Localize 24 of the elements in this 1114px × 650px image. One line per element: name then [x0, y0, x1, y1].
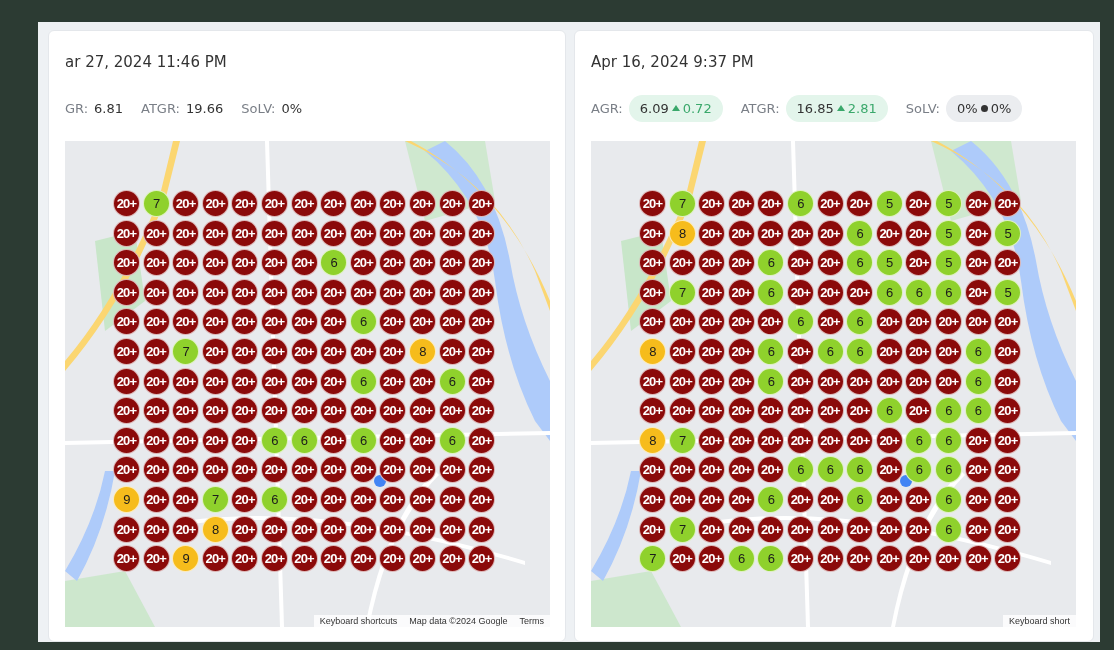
metric-value: 6.09	[639, 100, 669, 116]
metric-label: GR:	[65, 100, 89, 116]
metric-value: 6.81	[94, 100, 124, 116]
metric-label: SoLV:	[905, 100, 940, 116]
metric-label: ATGR:	[141, 100, 180, 116]
metric-change: 0%	[990, 100, 1012, 116]
metric-change: 0.72	[682, 100, 712, 116]
report-date: ar 27, 2024 11:46 PM	[65, 53, 227, 71]
metric-label: SoLV:	[241, 100, 276, 116]
report-date: Apr 16, 2024 9:37 PM	[591, 53, 754, 71]
metric-change: 2.81	[847, 100, 877, 116]
map-attribution-link[interactable]: Keyboard short	[1008, 616, 1070, 626]
metric-value: 0%	[281, 100, 303, 116]
metric-label: ATGR:	[740, 100, 780, 116]
up-triangle-icon	[671, 105, 680, 111]
map-attribution-link[interactable]: Terms	[519, 616, 544, 626]
metric-value: 16.85	[796, 100, 834, 116]
metric-label: AGR:	[591, 100, 623, 116]
dot-icon	[980, 104, 988, 112]
map-attribution-link[interactable]: Keyboard shortcuts	[319, 616, 398, 626]
map-attribution-link[interactable]: Map data ©2024 Google	[409, 616, 508, 626]
metric-value: 0%	[957, 100, 978, 116]
up-triangle-icon	[836, 105, 845, 111]
metric-value: 19.66	[185, 100, 224, 116]
